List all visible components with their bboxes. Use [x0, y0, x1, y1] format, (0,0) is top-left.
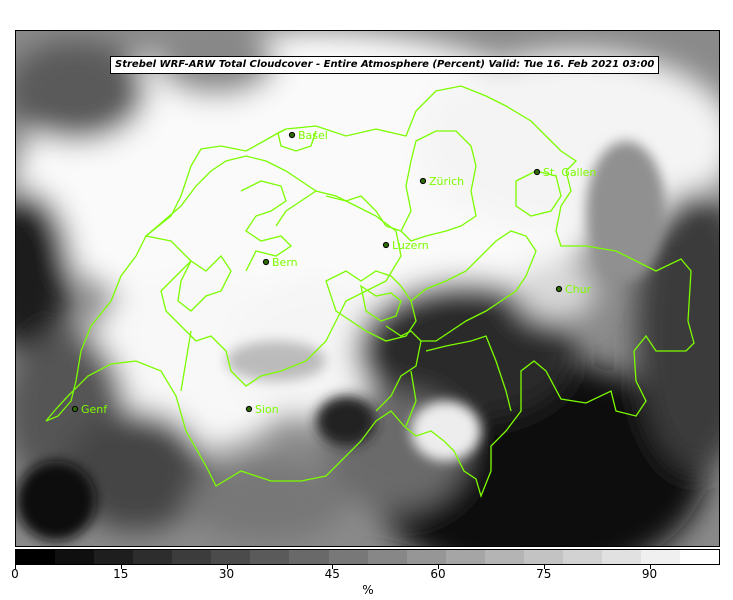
colorbar-segment: [641, 550, 681, 564]
colorbar-segment: [562, 550, 602, 564]
colorbar-segment: [172, 550, 212, 564]
city-label: Luzern: [392, 239, 429, 252]
colorbar-tick-label: 75: [536, 567, 552, 581]
colorbar-segment: [250, 550, 290, 564]
colorbar-segment: [16, 550, 56, 564]
colorbar: [15, 549, 720, 565]
cloudcover-map: Basel Zürich St. Gallen Luzern Bern Chur Genf S…: [16, 31, 719, 546]
colorbar-segment: [406, 550, 446, 564]
city-label: Bern: [272, 256, 298, 269]
colorbar-tick-label: 45: [324, 567, 340, 581]
colorbar-segment: [133, 550, 173, 564]
colorbar-segment: [445, 550, 485, 564]
city-label: Sion: [255, 403, 279, 416]
colorbar-tick-label: 90: [641, 567, 658, 581]
colorbar-segment: [484, 550, 524, 564]
map-panel: Basel Zürich St. Gallen Luzern Bern Chur Genf S…: [15, 30, 720, 547]
city-marker-dot: [288, 131, 296, 139]
colorbar-segment: [289, 550, 329, 564]
colorbar-segment: [211, 550, 251, 564]
cloud-field: [16, 31, 719, 546]
colorbar-segment: [94, 550, 134, 564]
colorbar-tick-label: 30: [218, 567, 235, 581]
colorbar-tick-label: 15: [113, 567, 129, 581]
city-marker-dot: [419, 177, 427, 185]
colorbar-tick-label: 0: [11, 567, 19, 581]
colorbar-unit-label: %: [362, 583, 374, 597]
colorbar-segment: [55, 550, 95, 564]
city-stgallen: St. Gallen: [533, 166, 596, 179]
city-label: Basel: [298, 129, 328, 142]
colorbar-segment: [367, 550, 407, 564]
map-title: Strebel WRF-ARW Total Cloudcover - Entir…: [110, 56, 660, 74]
colorbar-segment: [601, 550, 641, 564]
city-marker-dot: [533, 168, 541, 176]
city-label: Chur: [565, 283, 592, 296]
city-marker-dot: [382, 241, 390, 249]
colorbar-tick-label: 60: [430, 567, 446, 581]
colorbar-segment: [523, 550, 563, 564]
colorbar-segment: [680, 550, 720, 564]
city-label: Genf: [81, 403, 108, 416]
city-marker-dot: [71, 405, 79, 413]
city-label: St. Gallen: [543, 166, 596, 179]
city-label: Zürich: [429, 175, 464, 188]
city-marker-dot: [262, 258, 270, 266]
city-marker-dot: [555, 285, 563, 293]
colorbar-segment: [328, 550, 368, 564]
city-marker-dot: [245, 405, 253, 413]
